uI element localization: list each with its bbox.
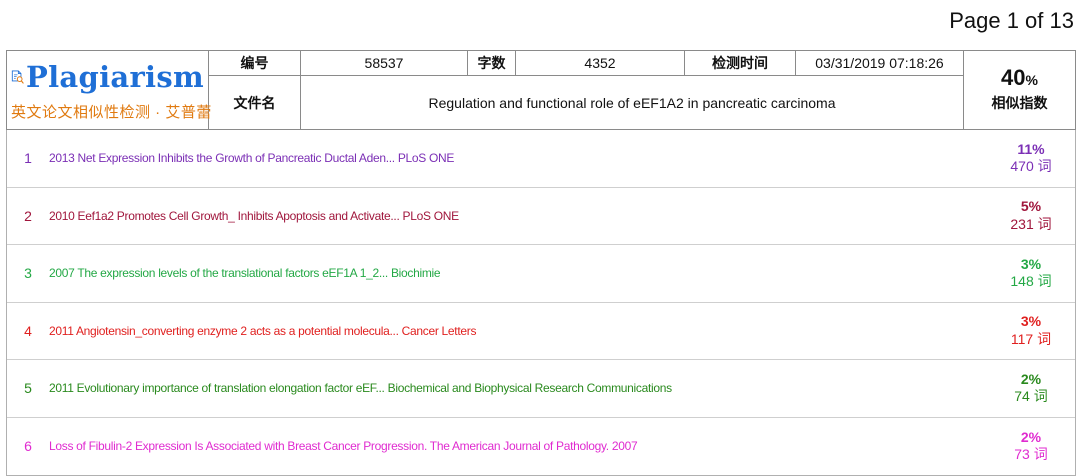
result-index: 1 — [24, 150, 32, 167]
id-value: 58537 — [301, 51, 468, 75]
time-label: 检测时间 — [685, 51, 796, 75]
wordcount-value: 4352 — [516, 51, 685, 75]
result-words: 470 词 — [1010, 158, 1052, 175]
result-words: 74 词 — [1014, 388, 1048, 405]
result-index: 3 — [24, 265, 32, 282]
result-percent: 5% — [1020, 198, 1042, 215]
result-percent: 3% — [1020, 313, 1042, 330]
result-percent: 2% — [1020, 428, 1042, 445]
result-title[interactable]: Loss of Fibulin-2 Expression Is Associat… — [49, 439, 987, 453]
result-index: 4 — [24, 322, 32, 339]
result-row[interactable]: 2 2010 Eef1a2 Promotes Cell Growth_ Inhi… — [7, 188, 1075, 245]
result-percent: 2% — [1020, 370, 1042, 387]
result-percent: 3% — [1020, 255, 1042, 272]
result-index: 2 — [24, 207, 32, 224]
similarity-percent: 40 — [1001, 65, 1026, 90]
similarity-unit: % — [1025, 72, 1038, 88]
result-words: 231 词 — [1010, 215, 1052, 232]
logo: Plagiarism 英文论文相似性检测 · 艾普蕾 — [7, 51, 212, 129]
result-title[interactable]: 2007 The expression levels of the transl… — [49, 266, 987, 280]
similarity-label: 相似指数 — [991, 95, 1048, 111]
id-label: 编号 — [209, 51, 301, 75]
page-indicator: Page 1 of 13 — [949, 8, 1074, 33]
result-index: 5 — [24, 380, 32, 397]
report-header: Plagiarism 英文论文相似性检测 · 艾普蕾 编号 58537 字数 4… — [6, 50, 1076, 130]
logo-subtitle: 英文论文相似性检测 · 艾普蕾 — [11, 104, 212, 121]
result-title[interactable]: 2013 Net Expression Inhibits the Growth … — [49, 151, 987, 165]
document-magnifier-icon — [11, 70, 24, 84]
time-value: 03/31/2019 07:18:26 — [796, 51, 964, 75]
result-row[interactable]: 5 2011 Evolutionary importance of transl… — [7, 360, 1075, 418]
wordcount-label: 字数 — [468, 51, 516, 75]
result-percent: 11% — [1017, 140, 1045, 157]
result-row[interactable]: 4 2011 Angiotensin_converting enzyme 2 a… — [7, 303, 1075, 360]
result-row[interactable]: 3 2007 The expression levels of the tran… — [7, 245, 1075, 303]
result-index: 6 — [24, 438, 32, 455]
result-row[interactable]: 6 Loss of Fibulin-2 Expression Is Associ… — [7, 418, 1075, 476]
result-title[interactable]: 2011 Angiotensin_converting enzyme 2 act… — [49, 324, 987, 338]
filename-value: Regulation and functional role of eEF1A2… — [301, 76, 964, 129]
result-words: 148 词 — [1010, 273, 1052, 290]
results-list: 1 2013 Net Expression Inhibits the Growt… — [6, 130, 1076, 476]
filename-label: 文件名 — [209, 76, 301, 129]
logo-title: Plagiarism — [25, 59, 204, 94]
result-words: 117 词 — [1010, 330, 1052, 347]
result-row[interactable]: 1 2013 Net Expression Inhibits the Growt… — [7, 130, 1075, 188]
meta-grid: 编号 58537 字数 4352 检测时间 03/31/2019 07:18:2… — [209, 51, 964, 129]
result-title[interactable]: 2010 Eef1a2 Promotes Cell Growth_ Inhibi… — [49, 209, 987, 223]
similarity-index: 40% 相似指数 — [964, 51, 1075, 129]
result-title[interactable]: 2011 Evolutionary importance of translat… — [49, 381, 987, 395]
result-words: 73 词 — [1014, 446, 1048, 463]
